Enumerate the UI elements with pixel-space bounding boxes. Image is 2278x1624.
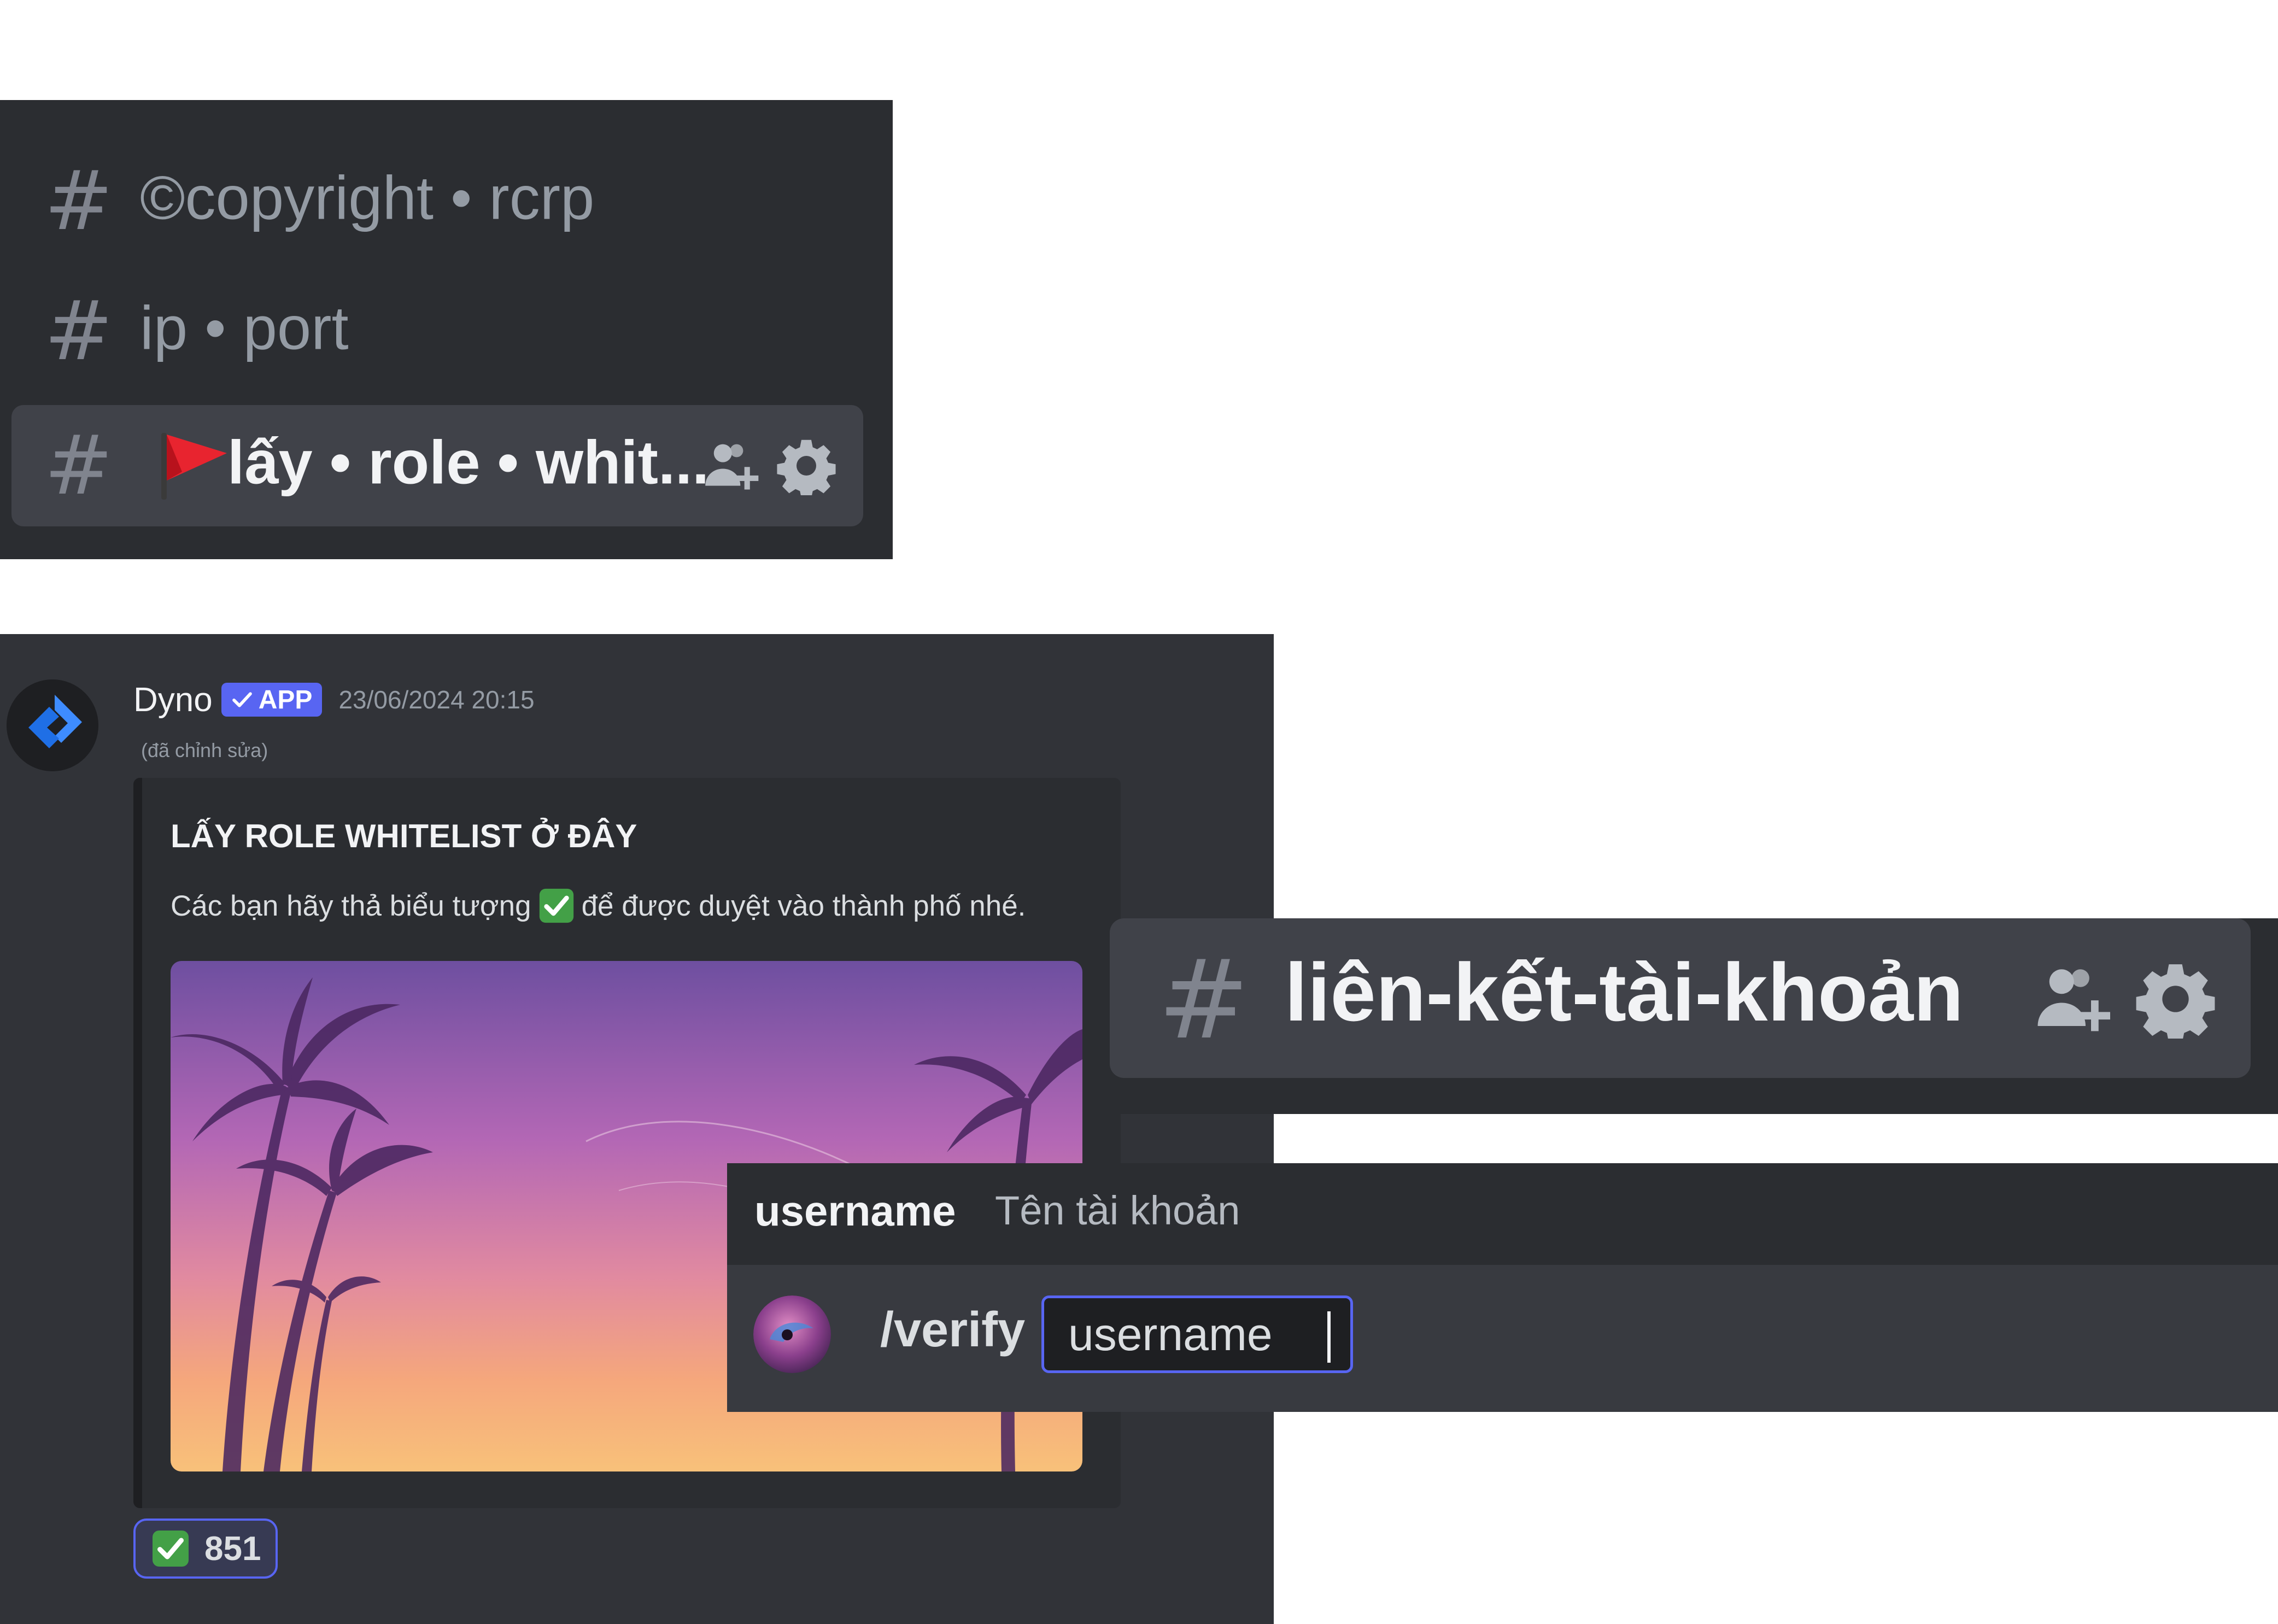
option-description: Tên tài khoản bbox=[995, 1188, 1240, 1233]
check-mark-button-icon bbox=[153, 1531, 189, 1567]
check-mark-emoji-icon bbox=[539, 888, 573, 923]
create-invite-icon[interactable] bbox=[700, 436, 760, 496]
channel-name: ip • port bbox=[140, 294, 349, 362]
embed-title: LẤY ROLE WHITELIST Ở ĐÂY bbox=[171, 818, 637, 854]
settings-gear-icon[interactable] bbox=[2136, 959, 2215, 1039]
checkmark-icon bbox=[232, 692, 252, 707]
create-invite-icon[interactable] bbox=[2031, 958, 2113, 1040]
option-name: username bbox=[754, 1187, 956, 1235]
red-flag-icon bbox=[161, 433, 227, 500]
channel-name: lấy • role • whit... bbox=[227, 428, 710, 497]
channel-item-copyright[interactable]: # ©copyright • rcrp bbox=[11, 140, 863, 262]
channel-name: ©copyright • rcrp bbox=[140, 163, 595, 232]
channel-item-whitelist-role[interactable]: # lấy • role • whit... bbox=[11, 405, 863, 526]
command-name: /verify bbox=[880, 1303, 1026, 1357]
embed-description: Các bạn hãy thả biểu tượng để được duyệt… bbox=[171, 887, 1026, 924]
embed-description-text: để được duyệt vào thành phố nhé. bbox=[581, 889, 1026, 922]
channel-actions bbox=[2031, 958, 2215, 1040]
edited-label: (đã chỉnh sửa) bbox=[141, 739, 268, 761]
hash-icon: # bbox=[44, 418, 113, 513]
command-option-hint[interactable] bbox=[727, 1163, 2278, 1265]
message-timestamp[interactable]: 23/06/2024 20:15 bbox=[338, 685, 534, 714]
app-badge-label: APP bbox=[258, 685, 313, 714]
message-header: Dyno APP 23/06/2024 20:15 bbox=[133, 678, 535, 722]
app-badge: APP bbox=[221, 683, 323, 717]
username-option-input[interactable]: username bbox=[1041, 1295, 1353, 1373]
reaction-count: 851 bbox=[204, 1529, 261, 1568]
channel-list: # ©copyright • rcrp # ip • port # lấy • … bbox=[0, 100, 893, 559]
channel-name: liên-kết-tài-khoản bbox=[1285, 946, 1964, 1038]
hash-icon: # bbox=[44, 154, 113, 249]
user-avatar[interactable] bbox=[753, 1295, 831, 1373]
author-name[interactable]: Dyno bbox=[133, 681, 213, 719]
text-caret bbox=[1327, 1311, 1331, 1363]
hash-icon: # bbox=[1158, 936, 1250, 1064]
settings-gear-icon[interactable] bbox=[777, 436, 836, 495]
embed-description-text: Các bạn hãy thả biểu tượng bbox=[171, 889, 531, 922]
reaction-check-mark[interactable]: 851 bbox=[133, 1519, 278, 1579]
username-option-value: username bbox=[1068, 1308, 1273, 1360]
channel-item-ip-port[interactable]: # ip • port bbox=[11, 271, 863, 392]
hash-icon: # bbox=[44, 284, 113, 379]
bot-avatar[interactable] bbox=[7, 679, 98, 771]
